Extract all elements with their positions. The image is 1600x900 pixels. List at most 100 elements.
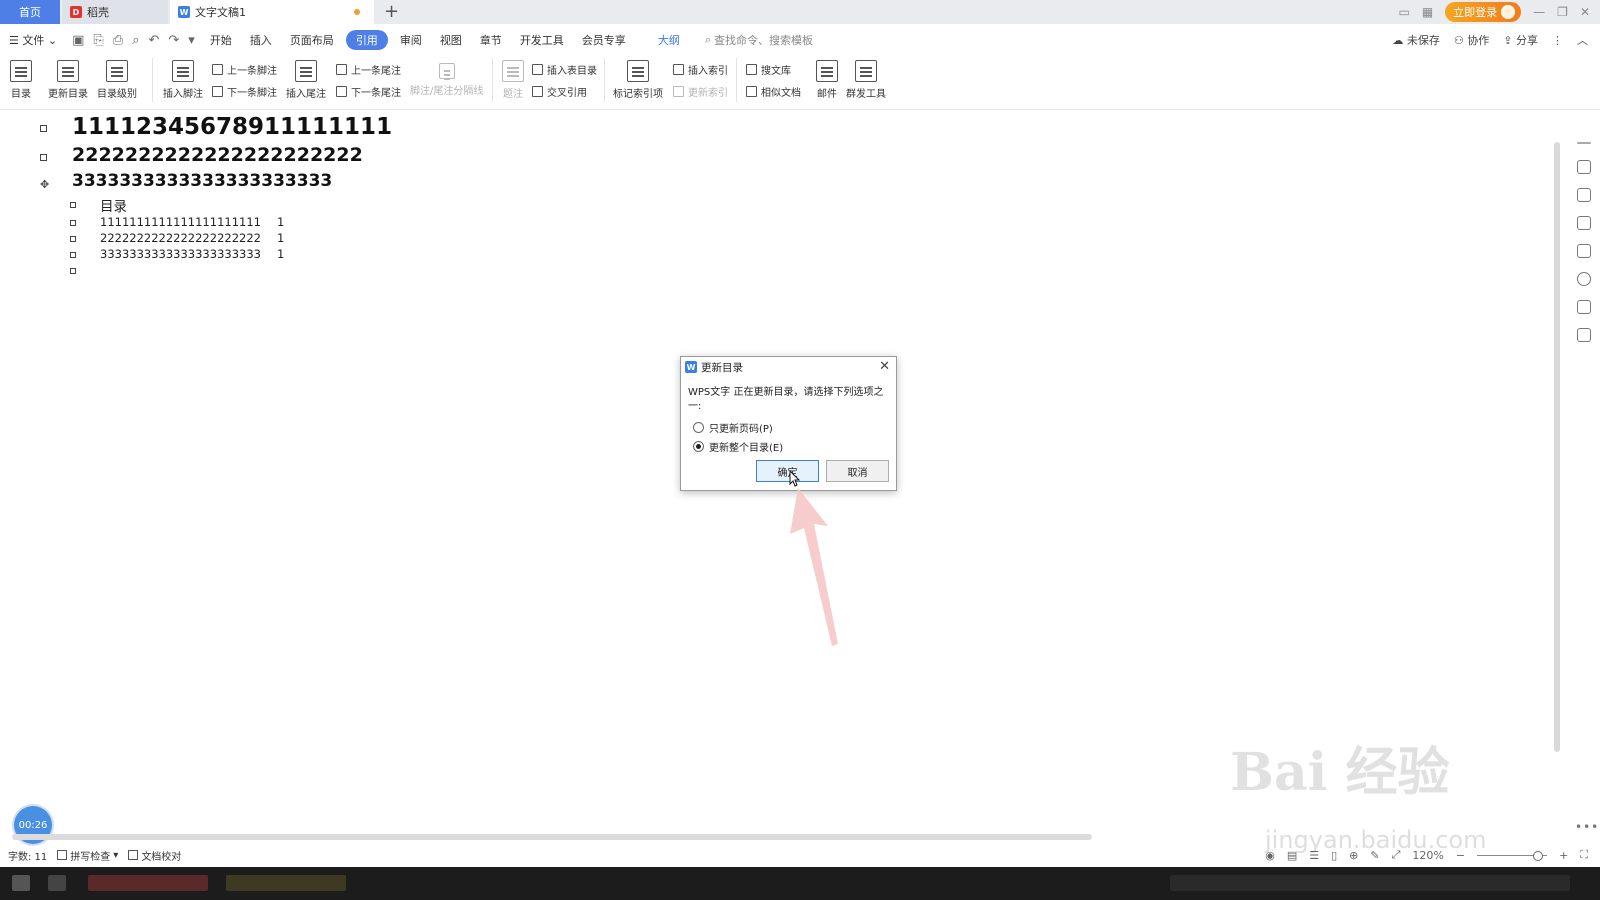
toc-entry[interactable]: 3333333333333333333333 bbox=[100, 247, 261, 261]
prev-endnote-button[interactable]: 上一条尾注 bbox=[336, 62, 401, 77]
prev-footnote-label: 上一条脚注 bbox=[227, 66, 277, 77]
option-entire-toc[interactable]: 更新整个目录(E) bbox=[693, 439, 783, 454]
backup-icon[interactable] bbox=[1577, 299, 1591, 314]
insert-endnote-button[interactable]: 插入尾注 bbox=[286, 60, 326, 100]
system-tray[interactable] bbox=[1170, 875, 1570, 891]
eye-protection-icon[interactable]: ◉ bbox=[1265, 849, 1275, 862]
reading-view-icon[interactable]: ▯ bbox=[1331, 849, 1337, 862]
spell-check-toggle[interactable]: 拼写检查 ▾ bbox=[57, 848, 118, 863]
collab-button[interactable]: ⚇ 协作 bbox=[1454, 32, 1489, 48]
similar-docs-button[interactable]: 相似文档 bbox=[746, 84, 801, 99]
command-search[interactable]: ⌕ 查找命令、搜索模板 bbox=[689, 32, 813, 48]
close-window-icon[interactable]: ✕ bbox=[1580, 5, 1590, 19]
zoom-level[interactable]: 120% bbox=[1412, 849, 1443, 862]
radio-page-only[interactable] bbox=[693, 422, 704, 433]
prev-footnote-button[interactable]: 上一条脚注 bbox=[212, 62, 277, 77]
radio-entire-toc[interactable] bbox=[693, 441, 704, 452]
menu-review[interactable]: 审阅 bbox=[391, 32, 431, 48]
undo-icon[interactable]: ↶ bbox=[148, 33, 159, 48]
update-index-button[interactable]: 更新索引 bbox=[673, 84, 728, 99]
help-icon[interactable] bbox=[1577, 271, 1591, 286]
zoom-in-icon[interactable]: + bbox=[1559, 849, 1568, 862]
menu-developer[interactable]: 开发工具 bbox=[511, 32, 573, 48]
proofread-toggle[interactable]: 文档校对 bbox=[128, 848, 181, 863]
menu-insert[interactable]: 插入 bbox=[241, 32, 281, 48]
horizontal-scrollbar[interactable] bbox=[0, 832, 1550, 842]
scroll-thumb[interactable] bbox=[1554, 142, 1560, 752]
share-button[interactable]: ⇪ 分享 bbox=[1503, 32, 1538, 48]
ok-button[interactable]: 确定 bbox=[756, 460, 819, 482]
note-separator-button[interactable]: 脚注/尾注分隔线 bbox=[410, 60, 483, 97]
word-count[interactable]: 字数: 11 bbox=[8, 848, 47, 863]
write-view-icon[interactable]: ✎ bbox=[1370, 849, 1379, 862]
collapse-ribbon-icon[interactable]: ︿ bbox=[1577, 32, 1588, 48]
settings-sliders-icon[interactable] bbox=[1577, 243, 1591, 258]
search-taskbar-icon[interactable] bbox=[48, 875, 66, 891]
save-icon[interactable]: ▣ bbox=[72, 33, 84, 48]
new-tab-button[interactable]: + bbox=[384, 1, 399, 22]
select-icon[interactable] bbox=[1577, 215, 1591, 230]
print-preview-icon[interactable]: ⌕ bbox=[132, 33, 139, 48]
insert-footnote-button[interactable]: 插入脚注 bbox=[163, 60, 203, 100]
hscroll-thumb[interactable] bbox=[12, 834, 1092, 840]
zoom-out-icon[interactable]: − bbox=[1456, 849, 1465, 862]
export-icon[interactable]: ⎘ bbox=[93, 33, 103, 48]
cross-reference-button[interactable]: 交叉引用 bbox=[532, 84, 587, 99]
style-icon[interactable] bbox=[1577, 159, 1591, 174]
toc-button[interactable]: 目录 bbox=[10, 60, 32, 100]
cross-reference-label: 交叉引用 bbox=[547, 88, 587, 99]
fit-page-icon[interactable]: ⤢ bbox=[1392, 848, 1401, 862]
pen-icon[interactable] bbox=[1577, 187, 1591, 202]
tab-daoke[interactable]: D 稻壳 bbox=[62, 0, 168, 24]
vertical-scrollbar[interactable] bbox=[1552, 112, 1562, 832]
update-toc-button[interactable]: 更新目录 bbox=[48, 60, 88, 100]
redo-icon[interactable]: ↷ bbox=[168, 33, 179, 48]
close-icon[interactable]: ✕ bbox=[879, 359, 890, 374]
print-icon[interactable]: ⎙ bbox=[113, 33, 123, 48]
customize-icon[interactable]: ▾ bbox=[188, 33, 195, 48]
apps-grid-icon[interactable]: ▦ bbox=[1422, 5, 1433, 19]
outline-view-icon[interactable]: ☰ bbox=[1309, 849, 1319, 862]
toc-entry[interactable]: 1111111111111111111111 bbox=[100, 215, 261, 229]
toc-level-button[interactable]: 目录级别 bbox=[97, 60, 137, 100]
file-menu[interactable]: ☰ 文件 ⌄ bbox=[0, 32, 66, 48]
toc-entry[interactable]: 2222222222222222222222 bbox=[100, 231, 261, 245]
location-icon[interactable] bbox=[1577, 327, 1591, 342]
login-button[interactable]: 立即登录 bbox=[1445, 2, 1522, 22]
layout-icon[interactable]: ▭ bbox=[1398, 5, 1409, 19]
move-handle-icon[interactable]: ✥ bbox=[40, 178, 49, 191]
restore-icon[interactable]: ❐ bbox=[1557, 5, 1568, 19]
search-library-button[interactable]: 搜文库 bbox=[746, 62, 791, 77]
insert-table-of-figures-button[interactable]: 插入表目录 bbox=[532, 62, 597, 77]
menu-outline[interactable]: 大纲 bbox=[649, 32, 689, 48]
unsaved-status[interactable]: ☁ 未保存 bbox=[1392, 32, 1440, 48]
caption-button[interactable]: 题注 bbox=[502, 60, 524, 100]
mail-button[interactable]: 邮件 bbox=[816, 60, 838, 100]
next-footnote-button[interactable]: 下一条脚注 bbox=[212, 84, 277, 99]
tab-document[interactable]: W 文字文稿1 bbox=[170, 0, 374, 24]
taskbar-app[interactable] bbox=[88, 875, 208, 891]
menu-start[interactable]: 开始 bbox=[201, 32, 241, 48]
menu-references[interactable]: 引用 bbox=[345, 30, 388, 50]
page-view-icon[interactable]: ▤ bbox=[1287, 849, 1297, 862]
tab-home[interactable]: 首页 bbox=[0, 0, 60, 24]
fullscreen-icon[interactable]: ⛶ bbox=[1580, 848, 1588, 862]
start-icon[interactable] bbox=[12, 875, 30, 891]
next-endnote-button[interactable]: 下一条尾注 bbox=[336, 84, 401, 99]
minimize-icon[interactable]: — bbox=[1533, 5, 1545, 19]
cancel-button[interactable]: 取消 bbox=[826, 460, 889, 482]
avatar-icon bbox=[1501, 5, 1516, 19]
zoom-slider[interactable] bbox=[1477, 850, 1548, 861]
more-menu-icon[interactable]: ⋮ bbox=[1552, 34, 1563, 47]
menu-page-layout[interactable]: 页面布局 bbox=[281, 32, 343, 48]
web-view-icon[interactable]: ⊕ bbox=[1349, 849, 1358, 862]
insert-index-button[interactable]: 插入索引 bbox=[673, 62, 728, 77]
menu-view[interactable]: 视图 bbox=[431, 32, 471, 48]
mark-index-button[interactable]: 标记索引项 bbox=[613, 60, 663, 100]
option-page-only[interactable]: 只更新页码(P) bbox=[693, 420, 773, 435]
mass-send-button[interactable]: 群发工具 bbox=[846, 60, 886, 100]
menu-chapter[interactable]: 章节 bbox=[471, 32, 511, 48]
more-dots-icon[interactable]: ••• bbox=[1575, 820, 1599, 834]
taskbar-app[interactable] bbox=[226, 875, 346, 891]
menu-member[interactable]: 会员专享 bbox=[573, 32, 635, 48]
